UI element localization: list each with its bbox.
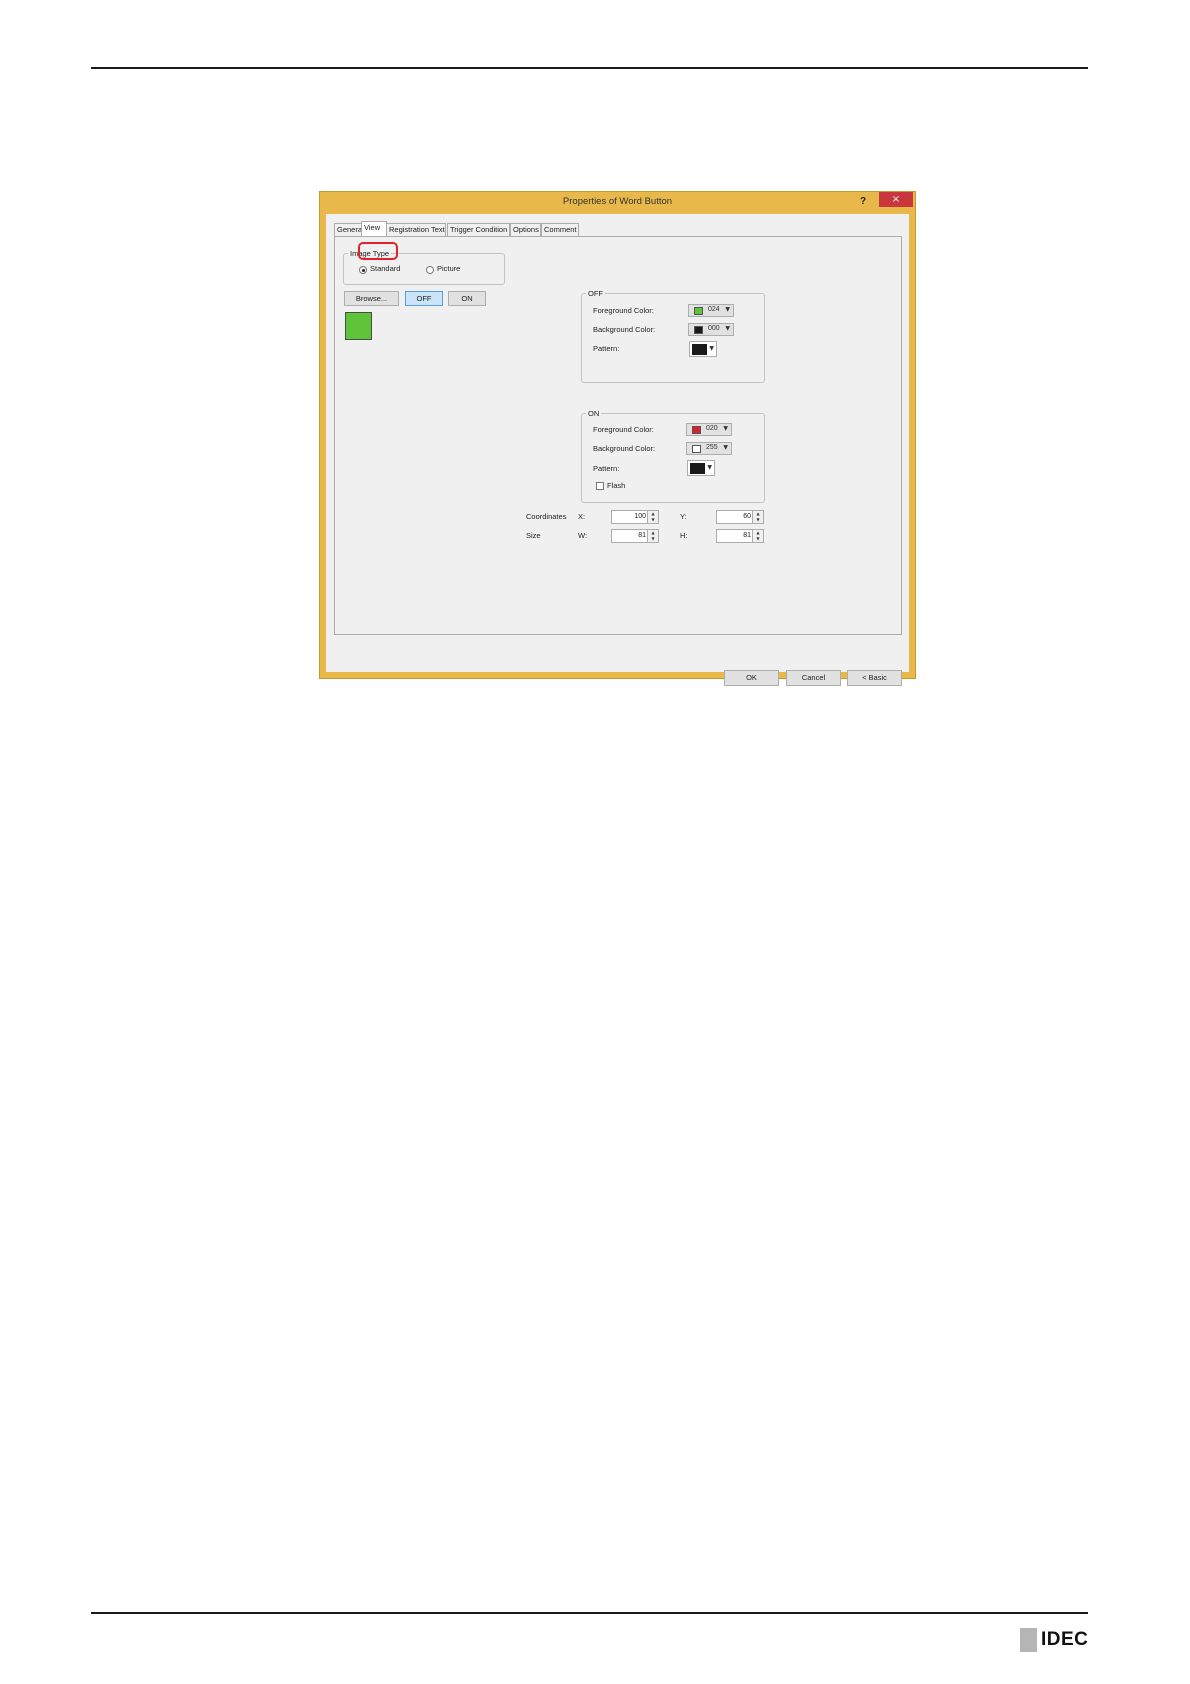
- dialog-title: Properties of Word Button: [562, 196, 673, 207]
- tab-comment[interactable]: Comment: [541, 223, 579, 236]
- off-state-button[interactable]: OFF: [405, 291, 443, 306]
- on-pattern-label: Pattern:: [593, 464, 620, 473]
- off-group-title: OFF: [586, 289, 605, 298]
- spin-arrows-icon[interactable]: ▲ ▼: [647, 511, 658, 523]
- on-foreground-label: Foreground Color:: [593, 425, 654, 434]
- chevron-down-icon: ▼: [723, 444, 728, 451]
- off-group: OFF Foreground Color: 024 ▼ Background C…: [581, 289, 765, 383]
- size-label: Size: [526, 531, 541, 540]
- view-tab-highlight: [358, 242, 398, 260]
- y-spinner[interactable]: 60 ▲ ▼: [716, 510, 764, 524]
- pattern-swatch: [692, 344, 707, 355]
- footer-rule: [91, 1612, 1088, 1614]
- pattern-swatch: [690, 463, 705, 474]
- on-state-button[interactable]: ON: [448, 291, 486, 306]
- on-group: ON Foreground Color: 020 ▼ Background Co…: [581, 409, 765, 503]
- picture-radio[interactable]: [426, 266, 434, 274]
- off-pattern-label: Pattern:: [593, 344, 620, 353]
- w-spinner[interactable]: 81 ▲ ▼: [611, 529, 659, 543]
- off-background-value: 000: [708, 325, 720, 332]
- y-value: 60: [743, 513, 751, 520]
- logo-text: IDEC: [1041, 1629, 1089, 1650]
- view-tab-panel: Image Type Standard Picture Browse... OF…: [334, 236, 902, 635]
- on-foreground-swatch: [692, 426, 701, 434]
- chevron-down-icon: ▼: [707, 464, 712, 471]
- chevron-down-icon: ▼: [725, 306, 730, 313]
- on-background-swatch: [692, 445, 701, 453]
- picture-label: Picture: [437, 264, 461, 273]
- chevron-down-icon: ▼: [709, 345, 714, 352]
- spin-arrows-icon[interactable]: ▲ ▼: [647, 530, 658, 542]
- on-foreground-select[interactable]: 020 ▼: [686, 423, 732, 436]
- off-foreground-swatch: [694, 307, 703, 315]
- chevron-down-icon: ▼: [725, 325, 730, 332]
- tab-general[interactable]: General: [334, 223, 362, 236]
- on-background-select[interactable]: 255 ▼: [686, 442, 732, 455]
- off-foreground-value: 024: [708, 306, 720, 313]
- on-background-value: 255: [706, 444, 718, 451]
- off-pattern-select[interactable]: ▼: [689, 341, 717, 357]
- properties-dialog: Properties of Word Button ? × General Vi…: [319, 191, 916, 686]
- idec-logo: IDEC: [1020, 1628, 1088, 1652]
- x-label: X:: [578, 512, 586, 521]
- coordinates-label: Coordinates: [526, 512, 567, 521]
- basic-button[interactable]: < Basic: [847, 670, 902, 686]
- tab-view[interactable]: View: [361, 221, 387, 236]
- h-spinner[interactable]: 81 ▲ ▼: [716, 529, 764, 543]
- button-preview: [345, 312, 372, 340]
- on-background-label: Background Color:: [593, 444, 656, 453]
- h-value: 81: [743, 532, 751, 539]
- off-background-select[interactable]: 000 ▼: [688, 323, 734, 336]
- spin-arrows-icon[interactable]: ▲ ▼: [752, 530, 763, 542]
- on-group-title: ON: [586, 409, 602, 418]
- browse-button[interactable]: Browse...: [344, 291, 399, 306]
- chevron-down-icon: ▼: [723, 425, 728, 432]
- off-background-swatch: [694, 326, 703, 334]
- h-label: H:: [680, 531, 688, 540]
- title-bar: Properties of Word Button ? ×: [320, 192, 915, 214]
- tab-options[interactable]: Options: [510, 223, 541, 236]
- x-spinner[interactable]: 100 ▲ ▼: [611, 510, 659, 524]
- dialog-client: General View Registration Text Trigger C…: [326, 214, 909, 686]
- header-rule: [91, 67, 1088, 69]
- standard-radio[interactable]: [359, 266, 367, 274]
- ok-button[interactable]: OK: [724, 670, 779, 686]
- tab-registration-text[interactable]: Registration Text: [386, 223, 446, 236]
- tab-trigger-condition[interactable]: Trigger Condition: [447, 223, 510, 236]
- off-foreground-select[interactable]: 024 ▼: [688, 304, 734, 317]
- w-label: W:: [578, 531, 588, 540]
- flash-label: Flash: [607, 481, 626, 490]
- spin-arrows-icon[interactable]: ▲ ▼: [752, 511, 763, 523]
- help-button[interactable]: ?: [852, 193, 874, 210]
- y-label: Y:: [680, 512, 687, 521]
- cancel-button[interactable]: Cancel: [786, 670, 841, 686]
- logo-mark: [1020, 1628, 1037, 1652]
- close-button[interactable]: ×: [879, 192, 913, 207]
- standard-label: Standard: [370, 264, 401, 273]
- flash-checkbox[interactable]: [596, 482, 604, 490]
- on-pattern-select[interactable]: ▼: [687, 460, 715, 476]
- w-value: 81: [638, 532, 646, 539]
- off-foreground-label: Foreground Color:: [593, 306, 654, 315]
- off-background-label: Background Color:: [593, 325, 656, 334]
- on-foreground-value: 020: [706, 425, 718, 432]
- x-value: 100: [634, 513, 646, 520]
